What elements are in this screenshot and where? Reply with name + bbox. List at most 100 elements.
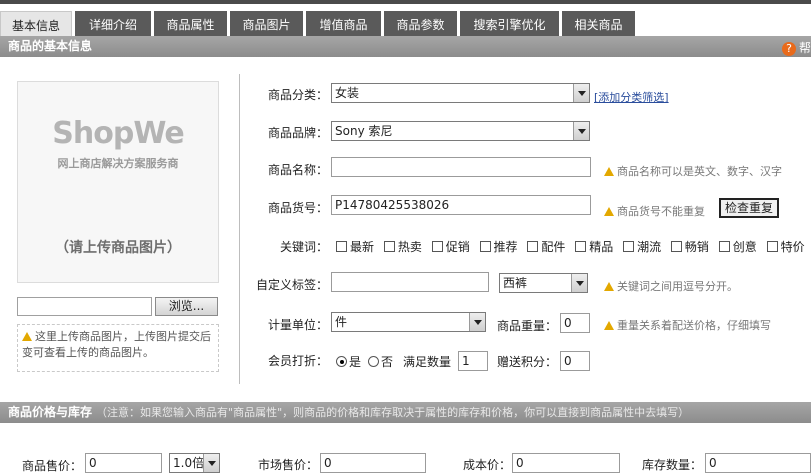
market-price-label: 市场售价： [258,458,319,472]
weight-input[interactable]: 0 [560,313,590,333]
keyword-option[interactable]: 促销 [431,238,470,255]
keyword-option[interactable]: 畅销 [670,238,709,255]
basic-info-title: 商品的基本信息 [8,39,93,53]
warning-icon [604,167,614,176]
warning-icon [604,207,614,216]
brand-select[interactable]: Sony 索尼 [331,121,590,141]
sku-input[interactable]: P14780425538026 [331,195,591,215]
chevron-down-icon [469,313,485,331]
sku-hint: 商品货号不能重复 [604,203,705,219]
keyword-option[interactable]: 潮流 [623,238,661,255]
keyword-label: 潮流 [637,240,662,254]
keyword-option[interactable]: 推荐 [479,238,518,255]
radio[interactable] [336,356,347,367]
logo-slogan: 网上商店解决方案服务商 [57,157,179,170]
warning-icon [604,282,614,291]
tab-bar: 基本信息 详细介绍 商品属性 商品图片 增值商品 商品参数 搜索引擎优化 相关商… [0,0,811,40]
brand-label: 商品品牌： [267,126,328,140]
keyword-label: 配件 [541,240,566,254]
keyword-label: 热卖 [397,240,422,254]
keyword-option[interactable]: 精品 [575,238,613,255]
chevron-down-icon [573,84,589,102]
custom-tag-input[interactable] [331,272,489,292]
weight-hint: 重量关系着配送价格，仔细填写 [604,317,771,333]
price-stock-header: 商品价格与库存 （注意：如果您输入商品有"商品属性"，则商品的价格和库存取决于属性… [0,402,811,423]
chevron-down-icon [571,274,587,292]
category-select[interactable]: 女装 [331,83,590,103]
keyword-option[interactable]: 特价 [766,238,805,255]
checkbox[interactable] [431,241,443,252]
keyword-option[interactable]: 最新 [336,238,374,255]
keyword-option[interactable]: 热卖 [383,238,422,255]
warning-icon [604,321,614,330]
product-image-preview: ShopWe 网上商店解决方案服务商 （请上传商品图片） [17,81,219,283]
keyword-label: 精品 [589,240,614,254]
checkbox[interactable] [623,241,635,252]
basic-info-header: 商品的基本信息 ? 帮 [0,36,811,57]
member-discount-label: 会员打折： [267,354,328,368]
checkbox[interactable] [527,241,539,252]
upload-tip: 这里上传商品图片，上传图片提交后变可查看上传的商品图片。 [17,324,219,372]
radio[interactable] [368,356,379,367]
cost-price-input[interactable]: 0 [512,453,620,473]
chevron-down-icon [203,454,219,472]
discount-no-option[interactable]: 否 [368,353,393,370]
custom-tag-hint-text: 关键词之间用逗号分开。 [617,280,738,293]
browse-button[interactable]: 浏览... [155,297,218,316]
upload-placeholder: （请上传商品图片） [55,240,181,256]
keyword-label: 特价 [780,240,805,254]
qty-input[interactable]: 1 [458,351,488,371]
discount-yes-label: 是 [349,355,362,369]
help-label: 帮 [798,41,811,55]
image-file-input[interactable] [17,297,152,316]
add-category-filter-link[interactable]: [添加分类筛选] [594,89,669,105]
keywords-checkboxes: 最新 热卖 促销 推荐 配件 精品 潮流 畅销 创意 特价 [336,238,811,255]
custom-tag-label: 自定义标签： [255,278,328,292]
product-name-input[interactable] [331,157,591,177]
checkbox[interactable] [718,241,730,252]
upload-tip-text: 这里上传商品图片，上传图片提交后变可查看上传的商品图片。 [22,330,211,359]
category-label: 商品分类： [267,88,328,102]
checkbox[interactable] [383,241,395,252]
help-link[interactable]: ? 帮 [781,38,811,59]
checkbox[interactable] [336,241,347,252]
name-label: 商品名称： [267,163,328,177]
keywords-label: 关键词： [279,240,328,254]
keyword-option[interactable]: 创意 [718,238,757,255]
checkbox[interactable] [766,241,778,252]
stock-input[interactable]: 0 [705,453,811,473]
unit-value: 件 [335,315,348,329]
name-hint: 商品名称可以是英文、数字、汉字 [604,163,782,179]
unit-label: 计量单位： [267,318,328,332]
discount-no-label: 否 [381,355,394,369]
price-multiplier-select[interactable]: 1.0倍 [169,453,220,473]
check-duplicate-button[interactable]: 检查重复 [719,198,779,218]
keyword-label: 畅销 [684,240,709,254]
checkbox[interactable] [575,241,587,252]
market-price-input[interactable]: 0 [320,453,426,473]
sku-hint-text: 商品货号不能重复 [617,205,705,218]
unit-select[interactable]: 件 [331,312,486,332]
multiplier-value: 1.0倍 [173,456,205,470]
cost-price-label: 成本价： [463,458,512,472]
checkbox[interactable] [670,241,682,252]
keyword-option[interactable]: 配件 [527,238,565,255]
help-icon: ? [781,42,796,56]
brand-value: Sony 索尼 [335,124,393,138]
checkbox[interactable] [479,241,491,252]
sale-price-label: 商品售价： [22,459,83,473]
weight-label: 商品重量： [497,319,558,333]
qty-label: 满足数量 [403,355,452,369]
discount-yes-option[interactable]: 是 [336,353,361,370]
price-stock-title: 商品价格与库存 [8,405,93,419]
custom-tag-select[interactable]: 西裤 [499,273,588,293]
sale-price-input[interactable]: 0 [85,453,162,473]
custom-tag-select-value: 西裤 [503,276,528,290]
name-hint-text: 商品名称可以是英文、数字、汉字 [617,165,782,178]
custom-tag-hint: 关键词之间用逗号分开。 [604,278,738,294]
points-input[interactable]: 0 [560,351,590,371]
sku-label: 商品货号： [267,201,328,215]
price-stock-note: （注意：如果您输入商品有"商品属性"，则商品的价格和库存取决于属性的库存和价格，… [96,406,690,419]
keyword-label: 促销 [445,240,470,254]
keyword-label: 最新 [350,240,375,254]
